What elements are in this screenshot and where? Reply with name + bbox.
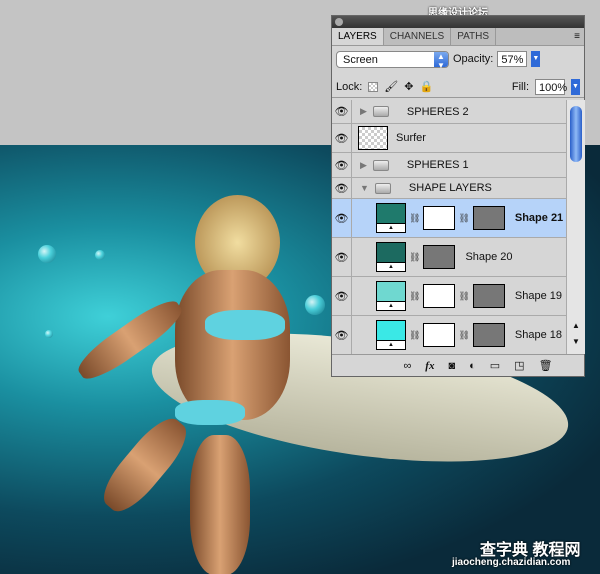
layer-shape-19[interactable]: 👁 ▲ ⛓ ⛓ Shape 19 <box>332 277 566 316</box>
tab-paths[interactable]: PATHS <box>451 28 497 45</box>
chain-icon[interactable]: ⛓ <box>458 291 469 302</box>
layer-shape-layers[interactable]: 👁 ▼ SHAPE LAYERS <box>332 178 566 199</box>
fx-icon[interactable]: fx <box>425 360 434 372</box>
expand-triangle-icon[interactable]: ▶ <box>360 160 367 171</box>
eye-icon[interactable]: 👁 <box>332 124 352 152</box>
opacity-input[interactable]: 57% <box>497 51 528 67</box>
layers-panel: LAYERS CHANNELS PATHS ≡ Screen ▲ ▼ Opacity… <box>331 15 585 377</box>
shape-thumbnail: ▲ <box>376 320 406 350</box>
trash-icon[interactable]: 🗑 <box>539 359 553 372</box>
chain-icon[interactable]: ⛓ <box>409 291 420 302</box>
tab-channels[interactable]: CHANNELS <box>384 28 452 45</box>
layer-mask-thumbnail[interactable] <box>472 206 505 230</box>
layer-shape-20[interactable]: 👁 ▲ ⛓ Shape 20 <box>332 238 566 277</box>
bikini-top <box>205 310 285 340</box>
eye-icon[interactable]: 👁 <box>332 238 352 276</box>
new-layer-icon[interactable]: ◳ <box>514 359 524 372</box>
eye-icon[interactable]: 👁 <box>332 277 352 315</box>
layer-name: Shape 21 <box>514 212 564 224</box>
tab-layers[interactable]: LAYERS <box>332 28 384 45</box>
panel-toolbar: ∞ fx ◙ ◐ ▭ ◳ 🗑 <box>332 354 584 376</box>
shape-thumbnail: ▲ <box>376 281 406 311</box>
layer-surfer[interactable]: 👁 Surfer <box>332 124 566 153</box>
surfer-leg <box>190 435 250 574</box>
bikini-bottom <box>175 400 245 425</box>
folder-icon <box>372 159 389 171</box>
scrollbar-thumb[interactable] <box>570 106 582 162</box>
scroll-down-icon[interactable]: ▼ <box>572 337 580 346</box>
collapse-triangle-icon[interactable]: ▼ <box>360 183 369 193</box>
panel-menu-icon[interactable]: ≡ <box>574 31 580 42</box>
folder-icon[interactable]: ▭ <box>490 359 500 372</box>
sphere <box>45 330 53 338</box>
fill-input[interactable]: 100% <box>535 78 567 95</box>
fill-label: Fill: <box>511 80 529 93</box>
lock-transparency-icon[interactable] <box>368 81 379 92</box>
layer-name: Shape 20 <box>465 251 513 263</box>
layer-name: Shape 18 <box>514 329 562 341</box>
link-icon[interactable]: ∞ <box>403 360 411 372</box>
lock-paint-icon[interactable]: 🖌 <box>384 80 398 93</box>
layer-name: SPHERES 2 <box>406 105 469 118</box>
adjustment-icon[interactable]: ◐ <box>469 360 476 372</box>
folder-icon <box>372 106 389 117</box>
layer-shape-21[interactable]: 👁 ▲ ⛓ ⛓ Shape 21 <box>332 199 566 238</box>
layer-spheres-1[interactable]: 👁 ▶ SPHERES 1 <box>332 153 566 178</box>
layers-scrollbar[interactable]: ▲ ▼ <box>566 100 585 354</box>
opacity-label: Opacity: <box>453 53 494 65</box>
layer-name: SPHERES 1 <box>406 159 469 171</box>
shape-thumbnail: ▲ <box>376 242 406 272</box>
lock-all-icon[interactable]: 🔒 <box>419 80 433 93</box>
chain-icon[interactable]: ⛓ <box>409 213 420 224</box>
chain-icon[interactable]: ⛓ <box>458 213 469 224</box>
chain-icon[interactable]: ⛓ <box>458 330 469 341</box>
layer-mask-thumbnail[interactable] <box>472 323 505 347</box>
eye-icon[interactable]: 👁 <box>332 199 352 237</box>
chain-icon[interactable]: ⛓ <box>409 330 420 341</box>
eye-icon[interactable]: 👁 <box>332 153 352 177</box>
layer-name: Shape 19 <box>514 290 562 302</box>
blend-mode-select[interactable]: Screen ▲ ▼ <box>336 50 449 70</box>
folder-icon <box>374 182 391 194</box>
sphere <box>95 250 105 260</box>
sphere <box>305 295 325 315</box>
opacity-dropdown-icon[interactable]: ▼ <box>531 51 541 67</box>
panel-titlebar[interactable] <box>332 16 584 28</box>
eye-icon[interactable]: 👁 <box>332 100 352 123</box>
vector-mask-thumbnail[interactable] <box>423 206 456 230</box>
sphere <box>38 245 56 263</box>
blend-mode-value: Screen <box>343 53 378 66</box>
mask-icon[interactable]: ◙ <box>448 360 455 372</box>
surfer-leg <box>94 410 196 520</box>
layer-name: SHAPE LAYERS <box>408 182 492 194</box>
updown-arrow-icon: ▲ ▼ <box>434 51 448 70</box>
eye-icon[interactable]: 👁 <box>332 316 352 354</box>
layer-shape-18[interactable]: 👁 ▲ ⛓ ⛓ Shape 18 <box>332 316 566 354</box>
watermark-bottom-url: jiaocheng.chazidian.com <box>452 557 571 568</box>
expand-triangle-icon[interactable]: ▶ <box>360 106 367 117</box>
vector-mask-thumbnail[interactable] <box>423 323 456 347</box>
layer-mask-thumbnail[interactable] <box>472 284 505 308</box>
scroll-up-icon[interactable]: ▲ <box>572 321 580 330</box>
vector-mask-thumbnail[interactable] <box>423 245 456 269</box>
lock-move-icon[interactable]: ✥ <box>404 80 413 93</box>
close-icon[interactable] <box>335 18 343 26</box>
eye-icon[interactable]: 👁 <box>332 178 352 198</box>
fill-dropdown-icon[interactable]: ▼ <box>571 78 580 95</box>
layer-name: Surfer <box>396 132 426 144</box>
layer-spheres-2[interactable]: 👁 ▶ SPHERES 2 <box>332 100 566 124</box>
lock-label: Lock: <box>336 80 363 93</box>
chain-icon[interactable]: ⛓ <box>409 252 420 263</box>
shape-thumbnail: ▲ <box>376 203 406 233</box>
vector-mask-thumbnail[interactable] <box>423 284 456 308</box>
layers-list: 👁 ▶ SPHERES 2 👁 Surfer 👁 ▶ SPHERES 1 👁 ▼ SHAPE … <box>332 100 566 354</box>
layer-thumbnail <box>358 126 388 150</box>
panel-tabs: LAYERS CHANNELS PATHS ≡ <box>332 28 584 46</box>
surfer-torso <box>175 270 290 420</box>
